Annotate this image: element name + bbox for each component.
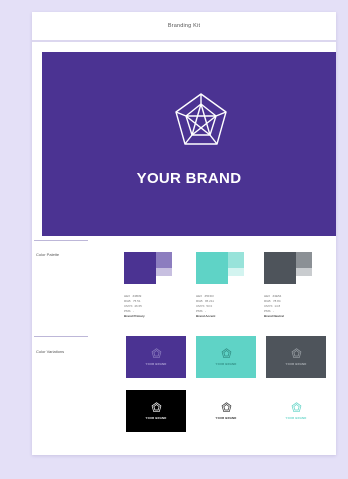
- variation-card-teal: YOUR BRAND: [196, 336, 256, 378]
- swatch-accent-meta: HEX #5FD3 RGB 95 211 CMYK 53 0 PMS - Bra…: [196, 294, 216, 318]
- variation-card-label: YOUR BRAND: [285, 416, 307, 420]
- variation-card-white: YOUR BRAND: [196, 390, 256, 432]
- polyhedron-logo-icon: [291, 402, 301, 412]
- swatch-primary-meta: HEX #4B39 RGB 75 51 CMYK 46 65 PMS - Bra…: [124, 294, 145, 318]
- polyhedron-logo-icon: [175, 93, 227, 145]
- variations-divider: [34, 336, 88, 337]
- variation-card-label: YOUR BRAND: [145, 362, 167, 366]
- swatch-accent-tint: [228, 252, 244, 268]
- swatch-primary-tint-light: [156, 268, 172, 276]
- polyhedron-logo-icon: [151, 348, 161, 358]
- swatch-primary-tint: [156, 252, 172, 268]
- swatch-neutral-tint: [296, 252, 312, 268]
- variation-card-white-teal: YOUR BRAND: [266, 390, 326, 432]
- variation-card-label: YOUR BRAND: [285, 362, 307, 366]
- brand-name: YOUR BRAND: [136, 170, 242, 187]
- variation-card-primary: YOUR BRAND: [126, 336, 186, 378]
- palette-divider: [34, 240, 88, 241]
- polyhedron-logo-icon: [291, 348, 301, 358]
- document-title: Branding Kit: [167, 23, 201, 29]
- branding-kit-document: Branding Kit YOUR BRAND Color Palette HE…: [32, 12, 336, 455]
- document-header: Branding Kit: [32, 12, 336, 42]
- swatch-primary: [124, 252, 156, 284]
- polyhedron-logo-icon: [221, 348, 231, 358]
- polyhedron-logo-icon: [221, 402, 231, 412]
- color-variations-label: Color Variations: [36, 349, 65, 354]
- swatch-neutral-meta: HEX #4E54 RGB 78 84 CMYK 14 8 PMS - Bran…: [264, 294, 284, 318]
- polyhedron-logo-icon: [151, 402, 161, 412]
- variation-card-black: YOUR BRAND: [126, 390, 186, 432]
- brand-hero: YOUR BRAND: [42, 52, 336, 236]
- swatch-neutral-tint-light: [296, 268, 312, 276]
- color-palette-label: Color Palette: [36, 252, 60, 257]
- swatch-neutral: [264, 252, 296, 284]
- variation-card-slate: YOUR BRAND: [266, 336, 326, 378]
- swatch-accent: [196, 252, 228, 284]
- swatch-accent-tint-light: [228, 268, 244, 276]
- variation-card-label: YOUR BRAND: [215, 416, 237, 420]
- variation-card-label: YOUR BRAND: [215, 362, 237, 366]
- variation-card-label: YOUR BRAND: [145, 416, 167, 420]
